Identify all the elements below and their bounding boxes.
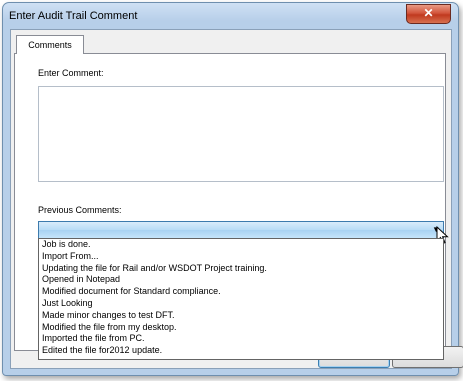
enter-comment-label: Enter Comment:: [38, 68, 104, 78]
previous-comments-combo[interactable]: ▼: [38, 221, 444, 239]
window-title: Enter Audit Trail Comment: [9, 10, 138, 22]
close-icon: ✕: [423, 6, 434, 20]
previous-comments-dropdown-list: Job is done. Import From... Updating the…: [38, 238, 444, 360]
list-item[interactable]: Made minor changes to test DFT.: [39, 310, 443, 322]
list-item[interactable]: Job is done.: [39, 239, 443, 251]
list-item[interactable]: Import From...: [39, 251, 443, 263]
title-bar[interactable]: Enter Audit Trail Comment ✕: [3, 3, 458, 29]
list-item[interactable]: Updating the file for Rail and/or WSDOT …: [39, 263, 443, 275]
list-item[interactable]: Opened in Notepad: [39, 274, 443, 286]
list-item[interactable]: Modified document for Standard complianc…: [39, 286, 443, 298]
list-item[interactable]: Just Looking: [39, 298, 443, 310]
list-item[interactable]: Imported the file from PC.: [39, 333, 443, 345]
close-button[interactable]: ✕: [406, 4, 451, 24]
list-item[interactable]: Edited the file for2012 update.: [39, 345, 443, 357]
previous-comments-label: Previous Comments:: [38, 205, 122, 215]
tab-comments[interactable]: Comments: [16, 35, 84, 54]
comment-textarea[interactable]: [38, 86, 444, 182]
list-item[interactable]: Modified the file from my desktop.: [39, 322, 443, 334]
